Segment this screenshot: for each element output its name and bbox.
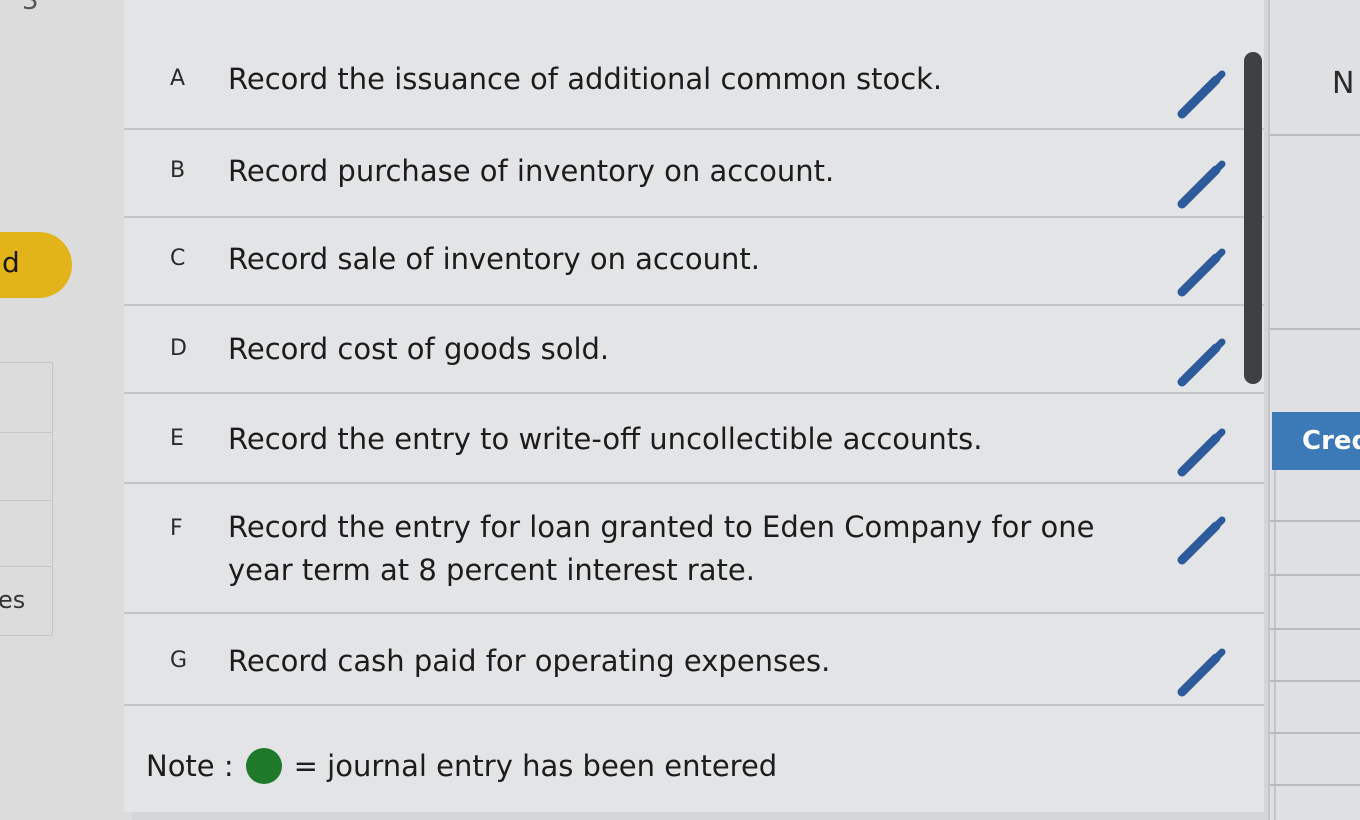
scrollbar-thumb[interactable] bbox=[1244, 52, 1262, 384]
pencil-icon[interactable] bbox=[1174, 156, 1230, 212]
row-text: Record purchase of inventory on account. bbox=[228, 154, 835, 188]
row-letter: C bbox=[170, 246, 186, 271]
right-grid-row bbox=[1270, 628, 1360, 630]
right-grid-row bbox=[1270, 680, 1360, 682]
transaction-row[interactable]: G Record cash paid for operating expense… bbox=[124, 614, 1264, 706]
row-text: Record the issuance of additional common… bbox=[228, 62, 943, 96]
right-divider bbox=[1270, 134, 1360, 136]
left-side-label: es bbox=[0, 586, 26, 614]
credit-button[interactable]: Cred bbox=[1272, 412, 1360, 470]
row-text: Record cash paid for operating expenses. bbox=[228, 644, 831, 678]
right-grid-row bbox=[1270, 732, 1360, 734]
left-badge[interactable]: d bbox=[0, 232, 72, 298]
row-text: Record sale of inventory on account. bbox=[228, 242, 760, 276]
right-panel: N Cred bbox=[1268, 0, 1360, 820]
right-header-letter: N bbox=[1332, 66, 1355, 101]
row-letter: D bbox=[170, 336, 187, 361]
pencil-icon[interactable] bbox=[1174, 512, 1230, 568]
right-grid-row bbox=[1270, 520, 1360, 522]
transaction-row[interactable]: D Record cost of goods sold. bbox=[124, 306, 1264, 394]
left-panel-divider bbox=[0, 432, 52, 433]
row-text: Record the entry for loan granted to Ede… bbox=[228, 510, 1095, 587]
right-divider bbox=[1270, 328, 1360, 330]
transaction-row[interactable]: C Record sale of inventory on account. bbox=[124, 218, 1264, 306]
row-letter: A bbox=[170, 66, 186, 91]
row-letter: F bbox=[170, 516, 183, 541]
pencil-icon[interactable] bbox=[1174, 424, 1230, 480]
left-panel-divider bbox=[0, 566, 52, 567]
pencil-icon[interactable] bbox=[1174, 66, 1230, 122]
transaction-row[interactable]: E Record the entry to write-off uncollec… bbox=[124, 394, 1264, 484]
entered-status-dot bbox=[245, 748, 282, 784]
pencil-icon[interactable] bbox=[1174, 244, 1230, 300]
transaction-row[interactable]: A Record the issuance of additional comm… bbox=[124, 40, 1264, 130]
right-grid-line bbox=[1274, 470, 1276, 820]
right-grid-row bbox=[1270, 784, 1360, 786]
row-text: Record cost of goods sold. bbox=[228, 332, 610, 366]
note-suffix: = journal entry has been entered bbox=[293, 749, 778, 783]
pencil-icon[interactable] bbox=[1174, 334, 1230, 390]
left-strip: 3 d es bbox=[0, 0, 132, 820]
row-text: Record the entry to write-off uncollecti… bbox=[228, 422, 983, 456]
left-panel-divider bbox=[0, 500, 52, 501]
transaction-row[interactable]: B Record purchase of inventory on accoun… bbox=[124, 130, 1264, 218]
transaction-row[interactable]: F Record the entry for loan granted to E… bbox=[124, 484, 1264, 614]
left-top-digit: 3 bbox=[22, 0, 39, 16]
row-letter: E bbox=[170, 426, 184, 451]
row-letter: G bbox=[170, 648, 188, 673]
pencil-icon[interactable] bbox=[1174, 644, 1230, 700]
right-grid-row bbox=[1270, 574, 1360, 576]
row-letter: B bbox=[170, 158, 186, 183]
transaction-list: A Record the issuance of additional comm… bbox=[124, 0, 1264, 812]
legend-note: Note : = journal entry has been entered bbox=[146, 748, 777, 784]
note-prefix: Note : bbox=[146, 749, 234, 783]
